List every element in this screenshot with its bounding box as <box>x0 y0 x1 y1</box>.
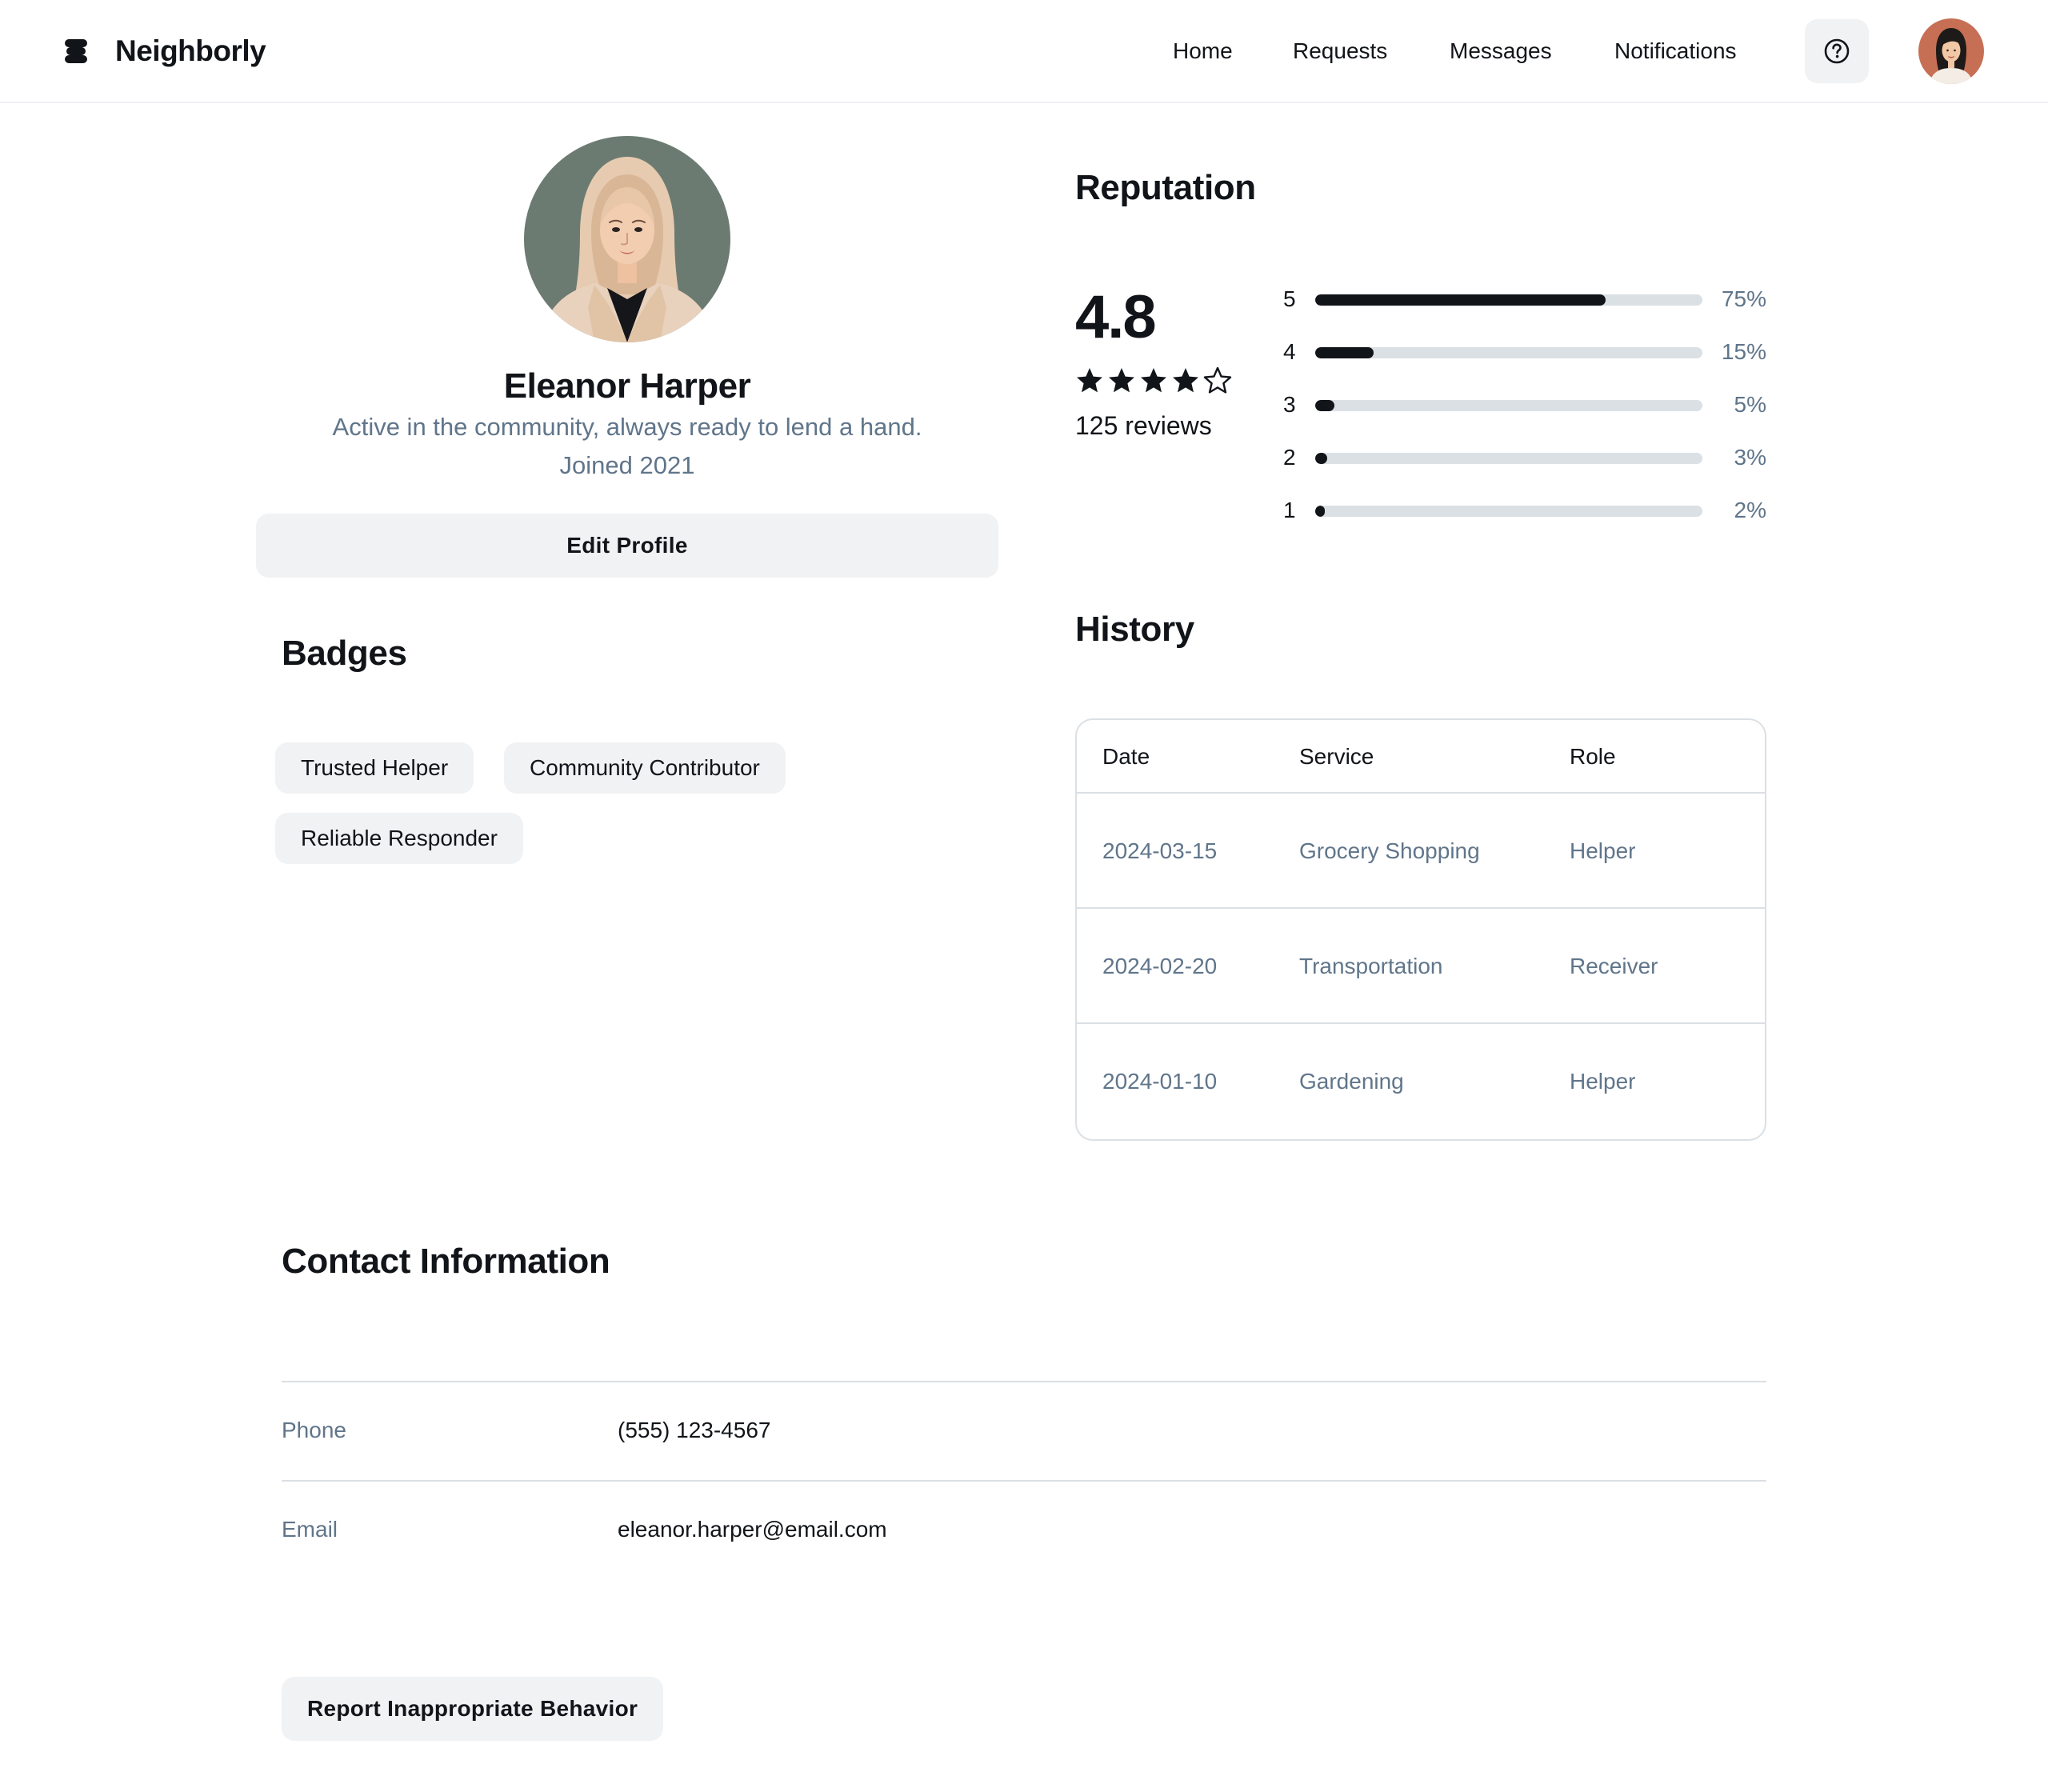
phone-value: (555) 123-4567 <box>618 1418 771 1442</box>
rating-bar-stars-label: 4 <box>1283 339 1296 364</box>
nav-notifications[interactable]: Notifications <box>1614 35 1737 67</box>
rating-bar-row: 2 3% <box>1283 442 1766 474</box>
rating-bar-stars-label: 2 <box>1283 445 1296 470</box>
edit-profile-button[interactable]: Edit Profile <box>256 514 998 578</box>
table-row: 2024-01-10 Gardening Helper <box>1077 1024 1765 1139</box>
app-name: Neighborly <box>115 34 266 67</box>
rating-bar-track <box>1315 400 1702 411</box>
rating-bar-track <box>1315 453 1702 464</box>
rating-bar-track <box>1315 347 1702 358</box>
star-filled-icon <box>1173 368 1198 393</box>
top-header: Neighborly Home Requests Messages Notifi… <box>0 0 2048 103</box>
badge-chip: Trusted Helper <box>275 742 474 794</box>
table-row: 2024-03-15 Grocery Shopping Helper <box>1077 794 1765 909</box>
rating-bar-track <box>1315 294 1702 306</box>
table-header: Date Service Role <box>1077 720 1765 794</box>
star-filled-icon <box>1141 368 1166 393</box>
rating-bar-stars-label: 3 <box>1283 392 1296 417</box>
rating-bar-fill <box>1315 294 1606 306</box>
nav-messages[interactable]: Messages <box>1450 35 1552 67</box>
contact-title: Contact Information <box>282 1242 610 1281</box>
rating-bar-row: 5 75% <box>1283 283 1766 315</box>
star-outline-icon <box>1203 366 1232 394</box>
rating-stars <box>1075 366 1232 395</box>
contact-row-email: Email eleanor.harper@email.com <box>282 1480 1766 1579</box>
logo-icon <box>65 39 87 63</box>
rating-bar-stars-label: 1 <box>1283 498 1296 522</box>
rating-bar-row: 1 2% <box>1283 494 1766 526</box>
profile-joined-date: Joined 2021 <box>559 451 695 479</box>
column-header-date: Date <box>1102 744 1150 769</box>
average-rating: 4.8 <box>1075 283 1157 351</box>
cell-service: Gardening <box>1299 1069 1404 1094</box>
profile-avatar <box>524 136 730 342</box>
profile-name: Eleanor Harper <box>503 366 751 406</box>
rating-bar-fill <box>1315 453 1327 464</box>
help-circle-icon <box>1824 38 1850 64</box>
report-behavior-button[interactable]: Report Inappropriate Behavior <box>282 1677 664 1741</box>
star-filled-icon <box>1109 368 1134 393</box>
rating-bar-row: 4 15% <box>1283 336 1766 368</box>
history-table: Date Service Role 2024-03-15 Grocery Sho… <box>1075 718 1766 1141</box>
rating-bar-stars-label: 5 <box>1283 286 1296 311</box>
nav-home[interactable]: Home <box>1173 35 1233 67</box>
cell-role: Helper <box>1570 838 1636 863</box>
rating-bar-fill <box>1315 347 1374 358</box>
rating-bar-percent: 3% <box>1734 445 1766 470</box>
rating-bar-fill <box>1315 506 1325 517</box>
rating-bar-percent: 2% <box>1734 498 1766 522</box>
user-avatar[interactable] <box>1918 18 1984 84</box>
cell-service: Transportation <box>1299 954 1443 978</box>
column-header-role: Role <box>1570 744 1616 769</box>
badge-chip: Reliable Responder <box>275 813 523 864</box>
rating-bar-track <box>1315 506 1702 517</box>
nav-requests[interactable]: Requests <box>1293 35 1387 67</box>
phone-label: Phone <box>282 1418 346 1442</box>
cell-date: 2024-01-10 <box>1102 1069 1218 1094</box>
avatar-image <box>1918 18 1984 84</box>
cell-date: 2024-03-15 <box>1102 838 1218 863</box>
rating-bar-percent: 15% <box>1721 339 1766 364</box>
cell-role: Receiver <box>1570 954 1658 978</box>
rating-bar-percent: 5% <box>1734 392 1766 417</box>
badges-title: Badges <box>282 634 407 673</box>
review-count: 125 reviews <box>1075 411 1212 440</box>
cell-date: 2024-02-20 <box>1102 954 1218 978</box>
profile-bio: Active in the community, always ready to… <box>332 413 922 441</box>
brand[interactable]: Neighborly <box>64 30 266 72</box>
profile-portrait-image <box>524 136 730 342</box>
star-filled-icon <box>1077 368 1102 393</box>
table-row: 2024-02-20 Transportation Receiver <box>1077 909 1765 1024</box>
column-header-service: Service <box>1299 744 1374 769</box>
reputation-title: Reputation <box>1075 168 1256 207</box>
cell-role: Helper <box>1570 1069 1636 1094</box>
history-title: History <box>1075 610 1194 649</box>
email-value: eleanor.harper@email.com <box>618 1517 887 1542</box>
rating-bar-row: 3 5% <box>1283 389 1766 421</box>
help-button[interactable] <box>1805 19 1869 83</box>
email-label: Email <box>282 1517 338 1542</box>
badge-chip: Community Contributor <box>504 742 786 794</box>
contact-row-phone: Phone (555) 123-4567 <box>282 1381 1766 1480</box>
rating-bar-fill <box>1315 400 1334 411</box>
rating-bar-percent: 75% <box>1721 286 1766 311</box>
cell-service: Grocery Shopping <box>1299 838 1480 863</box>
